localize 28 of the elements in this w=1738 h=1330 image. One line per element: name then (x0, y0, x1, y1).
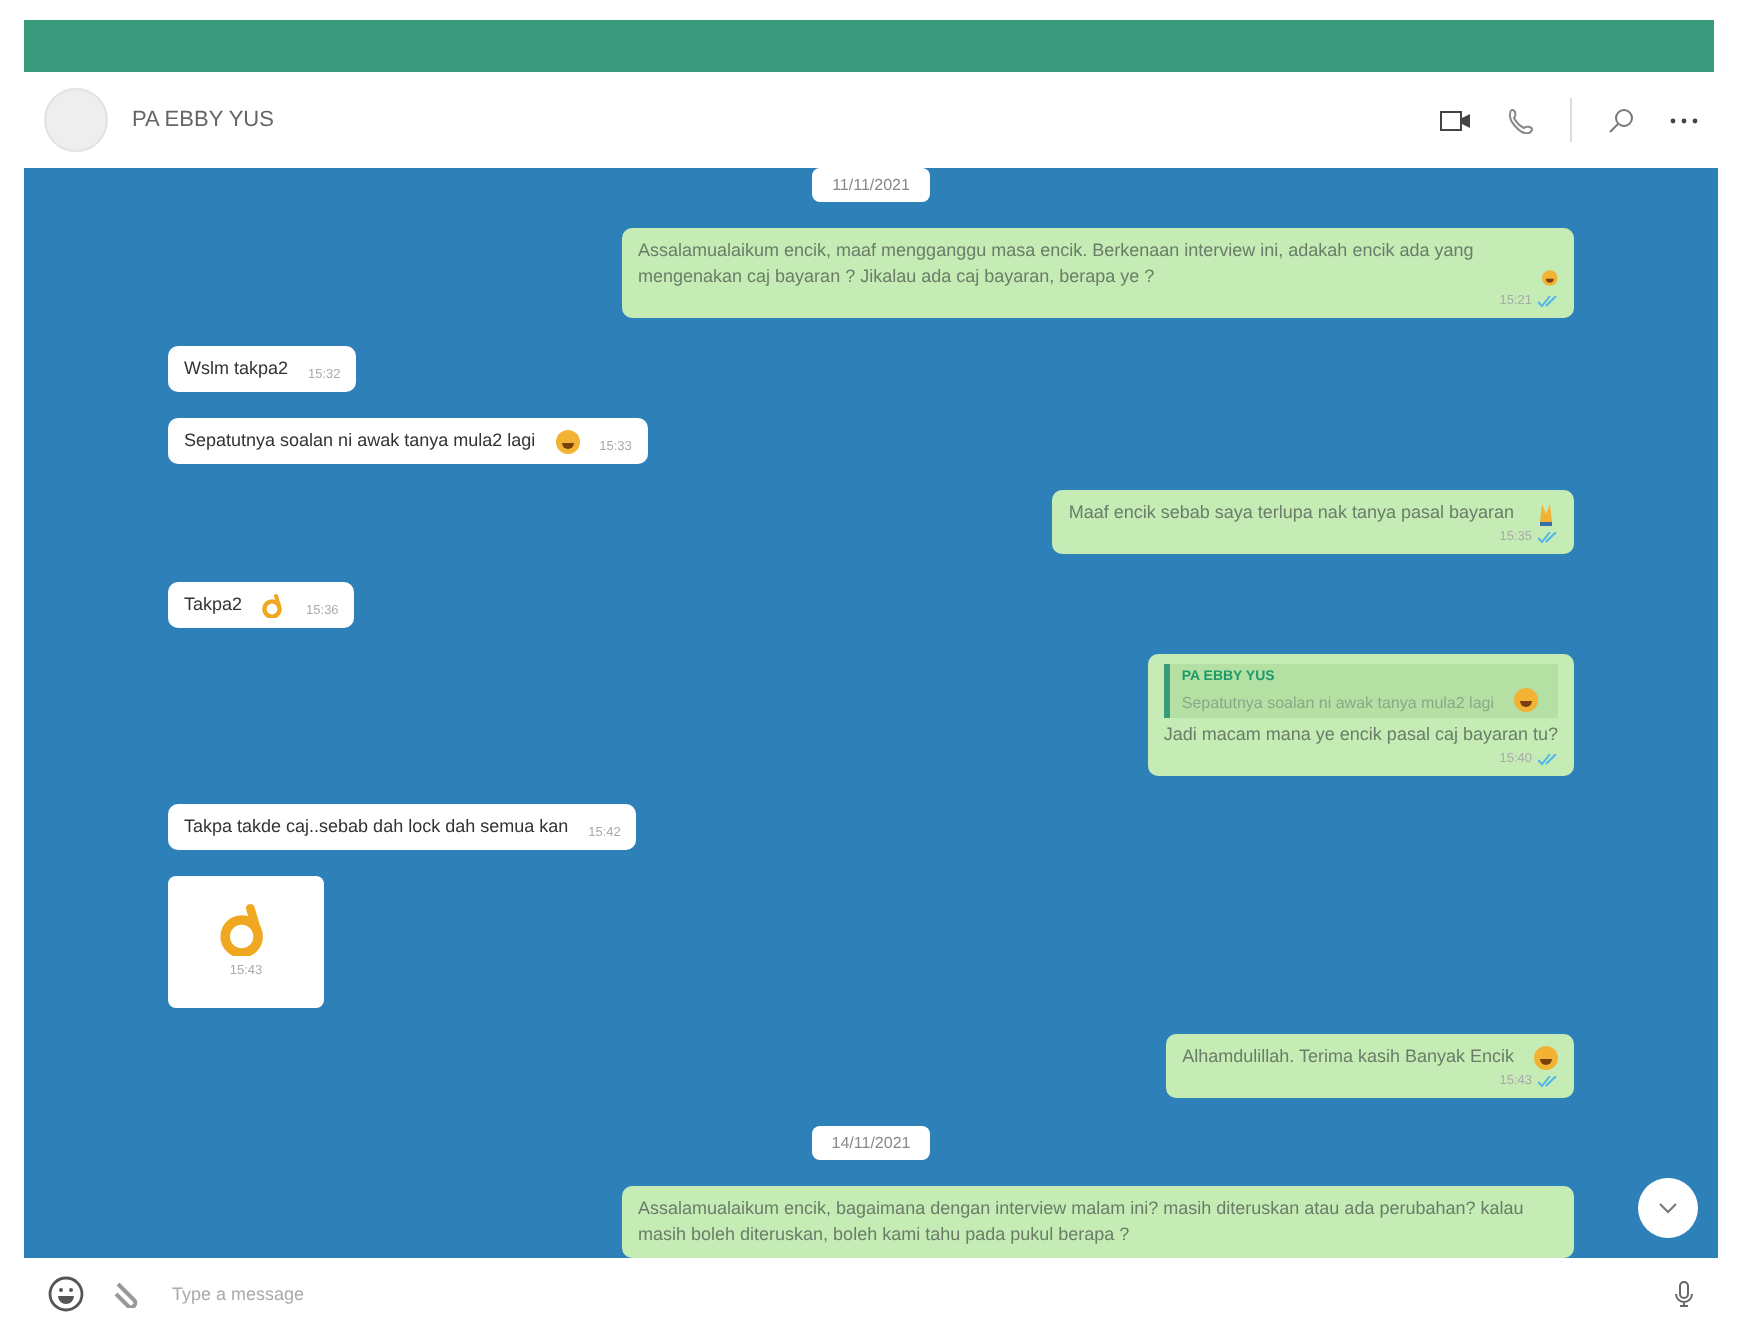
message-input[interactable]: Type a message (168, 1282, 1646, 1306)
double-check-icon (1538, 295, 1558, 308)
message-text: Takpa2 (184, 591, 243, 618)
microphone-icon[interactable] (1674, 1280, 1694, 1308)
search-icon[interactable] (1608, 107, 1634, 133)
paperclip-icon[interactable] (112, 1280, 140, 1308)
message-text: Wslm takpa2 (184, 355, 289, 382)
smiley-icon[interactable] (48, 1276, 84, 1312)
double-check-icon (1538, 753, 1558, 766)
date-chip: 14/11/2021 (811, 1125, 931, 1160)
phone-icon[interactable] (1508, 107, 1534, 133)
message-text: Jadi macam mana ye encik pasal caj bayaran tu? (1163, 722, 1558, 749)
message-text: Maaf encik sebab saya terlupa nak tanya pasal bayaran (1068, 500, 1514, 527)
message-text: Takpa takde caj..sebab dah lock dah semua kan (184, 813, 569, 840)
double-check-icon (1538, 1075, 1558, 1088)
scroll-down-button[interactable] (1638, 1178, 1698, 1238)
message-text: Alhamdulillah. Terima kasih Banyak Encik (1182, 1044, 1514, 1071)
chevron-down-icon (1658, 1202, 1678, 1214)
double-check-icon (1538, 531, 1558, 544)
more-icon[interactable] (1670, 117, 1698, 123)
message-text: Assalamualaikum encik, maaf mengganggu masa encik. Berkenaan interview ini, adakah encik ada yang mengenakan caj bayaran ? Jikalau ada caj bayaran, berapa ye ? (638, 238, 1476, 291)
message-text: Assalamualaikum encik, bagaimana dengan interview malam ini? masih diteruskan atau ada perubahan? kalau masih boleh diteruskan, boleh kami tahu pada pukul berapa ? (638, 1195, 1526, 1248)
date-chip: 11/11/2021 (812, 168, 930, 202)
quote-text: Sepatutnya soalan ni awak tanya mula2 lagi (1181, 694, 1494, 713)
video-camera-icon[interactable] (1440, 109, 1472, 131)
avatar-icon (44, 88, 108, 152)
contact-name: PA EBBY YUS (132, 108, 276, 132)
message-text: Sepatutnya soalan ni awak tanya mula2 lagi (184, 428, 536, 455)
